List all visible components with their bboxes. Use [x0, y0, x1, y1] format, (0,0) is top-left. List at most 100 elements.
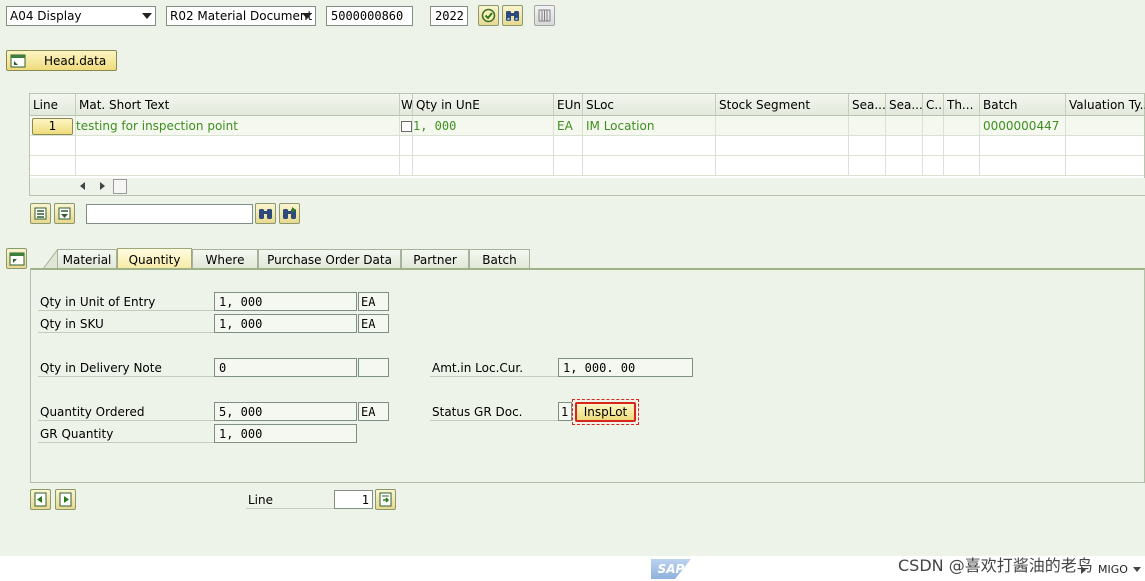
amt-loc-cur-field[interactable]: 1, 000. 00 [558, 358, 693, 377]
line-cell[interactable]: 1 [30, 116, 76, 136]
qty-ordered-unit[interactable]: EA [358, 402, 389, 421]
qty-sku-field[interactable]: 1, 000 [214, 314, 357, 333]
tab-strip-edge [43, 249, 58, 269]
column-header-mat-short-text[interactable]: Mat. Short Text [76, 94, 400, 116]
table-layout-icon [538, 9, 551, 22]
gr-quantity-label: GR Quantity [38, 425, 214, 443]
status-gr-doc-label: Status GR Doc. [430, 403, 558, 421]
tab-batch[interactable]: Batch [469, 249, 530, 269]
qty-cell[interactable]: 1, 000 [413, 116, 554, 136]
column-header-batch[interactable]: Batch [980, 94, 1066, 116]
header-toggle-icon [10, 54, 26, 68]
select-all-icon [34, 207, 47, 220]
next-item-icon [59, 492, 72, 507]
checkbox[interactable] [400, 120, 412, 132]
execute-button[interactable] [478, 5, 499, 26]
document-year-input[interactable]: 2022 [430, 6, 468, 26]
column-header-valuation-type[interactable]: Valuation Ty... [1066, 94, 1145, 116]
amt-loc-cur-label: Amt.in Loc.Cur. [430, 359, 558, 377]
qty-sku-label: Qty in SKU [38, 315, 214, 333]
sloc-cell[interactable]: IM Location [583, 116, 716, 136]
qty-delivery-note-field[interactable]: 0 [214, 358, 357, 377]
qty-sku-unit[interactable]: EA [358, 314, 389, 333]
column-header-stock-segment[interactable]: Stock Segment [716, 94, 849, 116]
qty-ordered-label: Quantity Ordered [38, 403, 214, 421]
next-item-button[interactable] [55, 489, 76, 510]
line-number-button[interactable]: 1 [32, 117, 73, 135]
tab-quantity[interactable]: Quantity [117, 248, 192, 270]
binoculars-icon [259, 209, 272, 219]
tab-purchase-order-data[interactable]: Purchase Order Data [258, 249, 401, 269]
table-header: Line Mat. Short Text W Qty in UnE EUn SL… [30, 94, 1145, 116]
scroll-left-icon[interactable] [80, 182, 85, 190]
line-nav-input[interactable]: 1 [334, 490, 373, 509]
sea-cell-1[interactable] [849, 116, 886, 136]
go-to-line-button[interactable] [375, 489, 396, 510]
column-header-w[interactable]: W [400, 94, 413, 116]
status-gr-doc-field[interactable]: 1 [558, 402, 572, 421]
valuation-type-cell[interactable] [1066, 116, 1145, 136]
items-table: Line Mat. Short Text W Qty in UnE EUn SL… [29, 93, 1145, 196]
qty-unit-entry-unit[interactable]: EA [358, 292, 389, 311]
stock-segment-cell[interactable] [716, 116, 849, 136]
eun-cell[interactable]: EA [554, 116, 583, 136]
column-header-eun[interactable]: EUn [554, 94, 583, 116]
column-header-sloc[interactable]: SLoc [583, 94, 716, 116]
detail-toggle-button[interactable] [6, 248, 27, 269]
chevron-down-icon [302, 13, 312, 19]
gr-quantity-field[interactable]: 1, 000 [214, 424, 357, 443]
action-combo-value: A04 Display [10, 9, 82, 23]
transaction-status[interactable]: MIGO [1081, 563, 1141, 576]
search-input[interactable] [86, 204, 253, 224]
line-nav-label: Line [246, 491, 334, 509]
sea-cell-2[interactable] [886, 116, 923, 136]
column-header-th[interactable]: Th... [944, 94, 980, 116]
qty-unit-entry-label: Qty in Unit of Entry [38, 293, 214, 311]
column-header-sea-2[interactable]: Sea... [886, 94, 923, 116]
deselect-all-icon [58, 207, 71, 220]
empty-row [30, 156, 1144, 176]
head-data-button[interactable]: Head.data [6, 50, 117, 71]
column-header-qty[interactable]: Qty in UnE [413, 94, 554, 116]
deselect-all-button[interactable] [54, 203, 75, 224]
scroll-right-icon[interactable] [100, 182, 105, 190]
th-cell[interactable] [944, 116, 980, 136]
column-header-line[interactable]: Line [30, 94, 76, 116]
column-header-c[interactable]: C.. [923, 94, 944, 116]
head-data-label: Head.data [44, 53, 107, 68]
c-cell[interactable] [923, 116, 944, 136]
qty-ordered-field[interactable]: 5, 000 [214, 402, 357, 421]
status-expand-icon [1081, 565, 1086, 574]
select-all-button[interactable] [30, 203, 51, 224]
qty-unit-entry-field[interactable]: 1, 000 [214, 292, 357, 311]
qty-delivery-note-label: Qty in Delivery Note [38, 359, 214, 377]
qty-delivery-note-unit[interactable] [358, 358, 389, 377]
tab-where[interactable]: Where [192, 249, 258, 269]
previous-item-icon [34, 492, 47, 507]
table-row[interactable]: 1 testing for inspection point 1, 000 EA… [30, 116, 1144, 136]
action-combo[interactable]: A04 Display [6, 6, 156, 26]
empty-row [30, 136, 1144, 156]
binoculars-icon [506, 11, 519, 21]
find-button[interactable] [502, 5, 523, 26]
reference-combo[interactable]: R02 Material Document [166, 6, 316, 26]
document-number-input[interactable]: 5000000860 [326, 6, 413, 26]
w-cell[interactable] [400, 116, 413, 136]
column-header-sea-1[interactable]: Sea... [849, 94, 886, 116]
detail-toggle-icon [9, 252, 24, 265]
layout-button[interactable] [534, 5, 555, 26]
reference-combo-value: R02 Material Document [170, 9, 313, 23]
execute-icon [481, 8, 496, 23]
batch-cell[interactable]: 0000000447 [980, 116, 1066, 136]
find-in-table-button[interactable] [255, 203, 276, 224]
horizontal-scrollbar[interactable] [30, 178, 1145, 195]
mat-short-text-cell[interactable]: testing for inspection point [76, 116, 400, 136]
insp-lot-button[interactable]: InspLot [575, 402, 636, 422]
tab-material[interactable]: Material [57, 249, 117, 269]
previous-item-button[interactable] [30, 489, 51, 510]
watermark-text: CSDN @喜欢打酱油的老鸟 [898, 556, 1093, 575]
scroll-thumb[interactable] [113, 179, 127, 194]
find-next-button[interactable] [279, 203, 300, 224]
tab-partner[interactable]: Partner [401, 249, 469, 269]
transaction-code: MIGO [1098, 563, 1128, 576]
